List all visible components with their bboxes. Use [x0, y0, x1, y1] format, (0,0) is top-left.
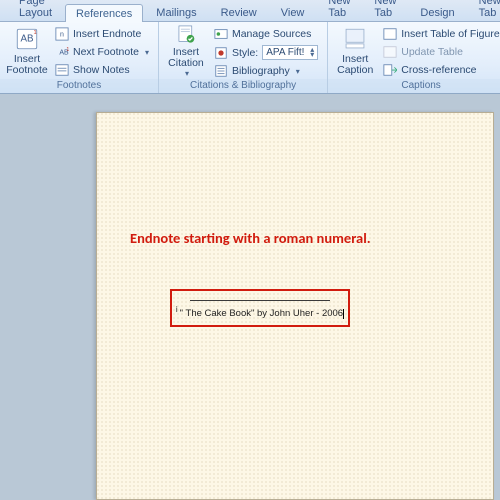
ribbon-tabs: Page Layout References Mailings Review V…: [0, 0, 500, 22]
endnote-entry[interactable]: i" The Cake Book" by John Uher - 2006: [176, 305, 344, 319]
tab-view[interactable]: View: [270, 3, 316, 21]
insert-footnote-button[interactable]: AB 1 Insert Footnote: [4, 24, 50, 78]
insert-footnote-label: Insert Footnote: [6, 54, 47, 76]
endnote-icon: n: [55, 27, 69, 41]
endnote-text-content: " The Cake Book" by John Uher - 2006: [180, 308, 343, 319]
cross-reference-button[interactable]: Cross-reference: [380, 62, 500, 78]
next-footnote-icon: AB1: [55, 45, 69, 59]
citation-style-selector[interactable]: Style: APA Fift! ▴▾: [211, 44, 321, 61]
update-table-button[interactable]: Update Table: [380, 44, 500, 60]
tof-icon: [383, 27, 397, 41]
dropdown-icon: [296, 66, 300, 76]
bibliography-button[interactable]: Bibliography: [211, 63, 321, 79]
text-cursor: [343, 309, 344, 319]
svg-text:1: 1: [66, 47, 69, 53]
insert-endnote-button[interactable]: n Insert Endnote: [52, 26, 152, 42]
manage-sources-icon: [214, 27, 228, 41]
group-citations: Insert Citation Manage Sources Style: AP…: [159, 22, 328, 93]
endnote-separator: [190, 300, 330, 301]
endnote-numeral: i: [176, 305, 178, 314]
bibliography-icon: [214, 64, 228, 78]
manage-sources-button[interactable]: Manage Sources: [211, 26, 321, 42]
citation-icon: [173, 24, 199, 45]
spinner-icon: ▴▾: [310, 48, 314, 58]
insert-tof-label: Insert Table of Figures: [401, 28, 500, 40]
tab-mailings[interactable]: Mailings: [145, 3, 207, 21]
tab-design[interactable]: Design: [409, 3, 465, 21]
manage-sources-label: Manage Sources: [232, 28, 311, 40]
workspace: Endnote starting with a roman numeral. i…: [0, 94, 500, 500]
insert-citation-button[interactable]: Insert Citation: [163, 24, 209, 78]
tab-new-2[interactable]: New Tab: [363, 0, 407, 21]
svg-text:AB: AB: [20, 33, 33, 44]
tutorial-annotation: Endnote starting with a roman numeral.: [130, 229, 390, 249]
show-notes-button[interactable]: Show Notes: [52, 62, 152, 78]
style-value: APA Fift!: [266, 47, 304, 58]
svg-text:1: 1: [34, 30, 37, 36]
update-table-label: Update Table: [401, 46, 463, 58]
insert-endnote-label: Insert Endnote: [73, 28, 141, 40]
dropdown-icon: [185, 69, 189, 78]
group-captions: Insert Caption Insert Table of Figures U…: [328, 22, 500, 93]
insert-table-of-figures-button[interactable]: Insert Table of Figures: [380, 26, 500, 42]
tab-page-layout[interactable]: Page Layout: [8, 0, 63, 21]
show-notes-icon: [55, 63, 69, 77]
show-notes-label: Show Notes: [73, 64, 130, 76]
tab-new-1[interactable]: New Tab: [317, 0, 361, 21]
group-footnotes-label: Footnotes: [0, 79, 158, 93]
next-footnote-label: Next Footnote: [73, 46, 139, 58]
tab-new-3[interactable]: New Tab: [468, 0, 500, 21]
tab-references[interactable]: References: [65, 4, 143, 22]
endnote-highlight-box: i" The Cake Book" by John Uher - 2006: [170, 289, 350, 327]
group-captions-label: Captions: [328, 79, 500, 93]
footnote-icon: AB 1: [14, 26, 40, 52]
update-table-icon: [383, 45, 397, 59]
next-footnote-button[interactable]: AB1 Next Footnote: [52, 44, 152, 60]
cross-reference-label: Cross-reference: [401, 64, 476, 76]
style-icon: [214, 46, 228, 60]
tab-review[interactable]: Review: [210, 3, 268, 21]
insert-citation-label: Insert Citation: [168, 47, 204, 69]
group-footnotes: AB 1 Insert Footnote n Insert Endnote AB…: [0, 22, 159, 93]
dropdown-icon: [145, 47, 149, 57]
cross-reference-icon: [383, 63, 397, 77]
style-label: Style:: [232, 47, 258, 59]
svg-text:n: n: [60, 32, 64, 39]
insert-caption-label: Insert Caption: [337, 54, 373, 76]
group-citations-label: Citations & Bibliography: [159, 79, 327, 93]
insert-caption-button[interactable]: Insert Caption: [332, 24, 378, 78]
caption-icon: [342, 26, 368, 52]
ribbon: AB 1 Insert Footnote n Insert Endnote AB…: [0, 22, 500, 94]
bibliography-label: Bibliography: [232, 65, 290, 77]
style-value-box[interactable]: APA Fift! ▴▾: [262, 45, 318, 60]
